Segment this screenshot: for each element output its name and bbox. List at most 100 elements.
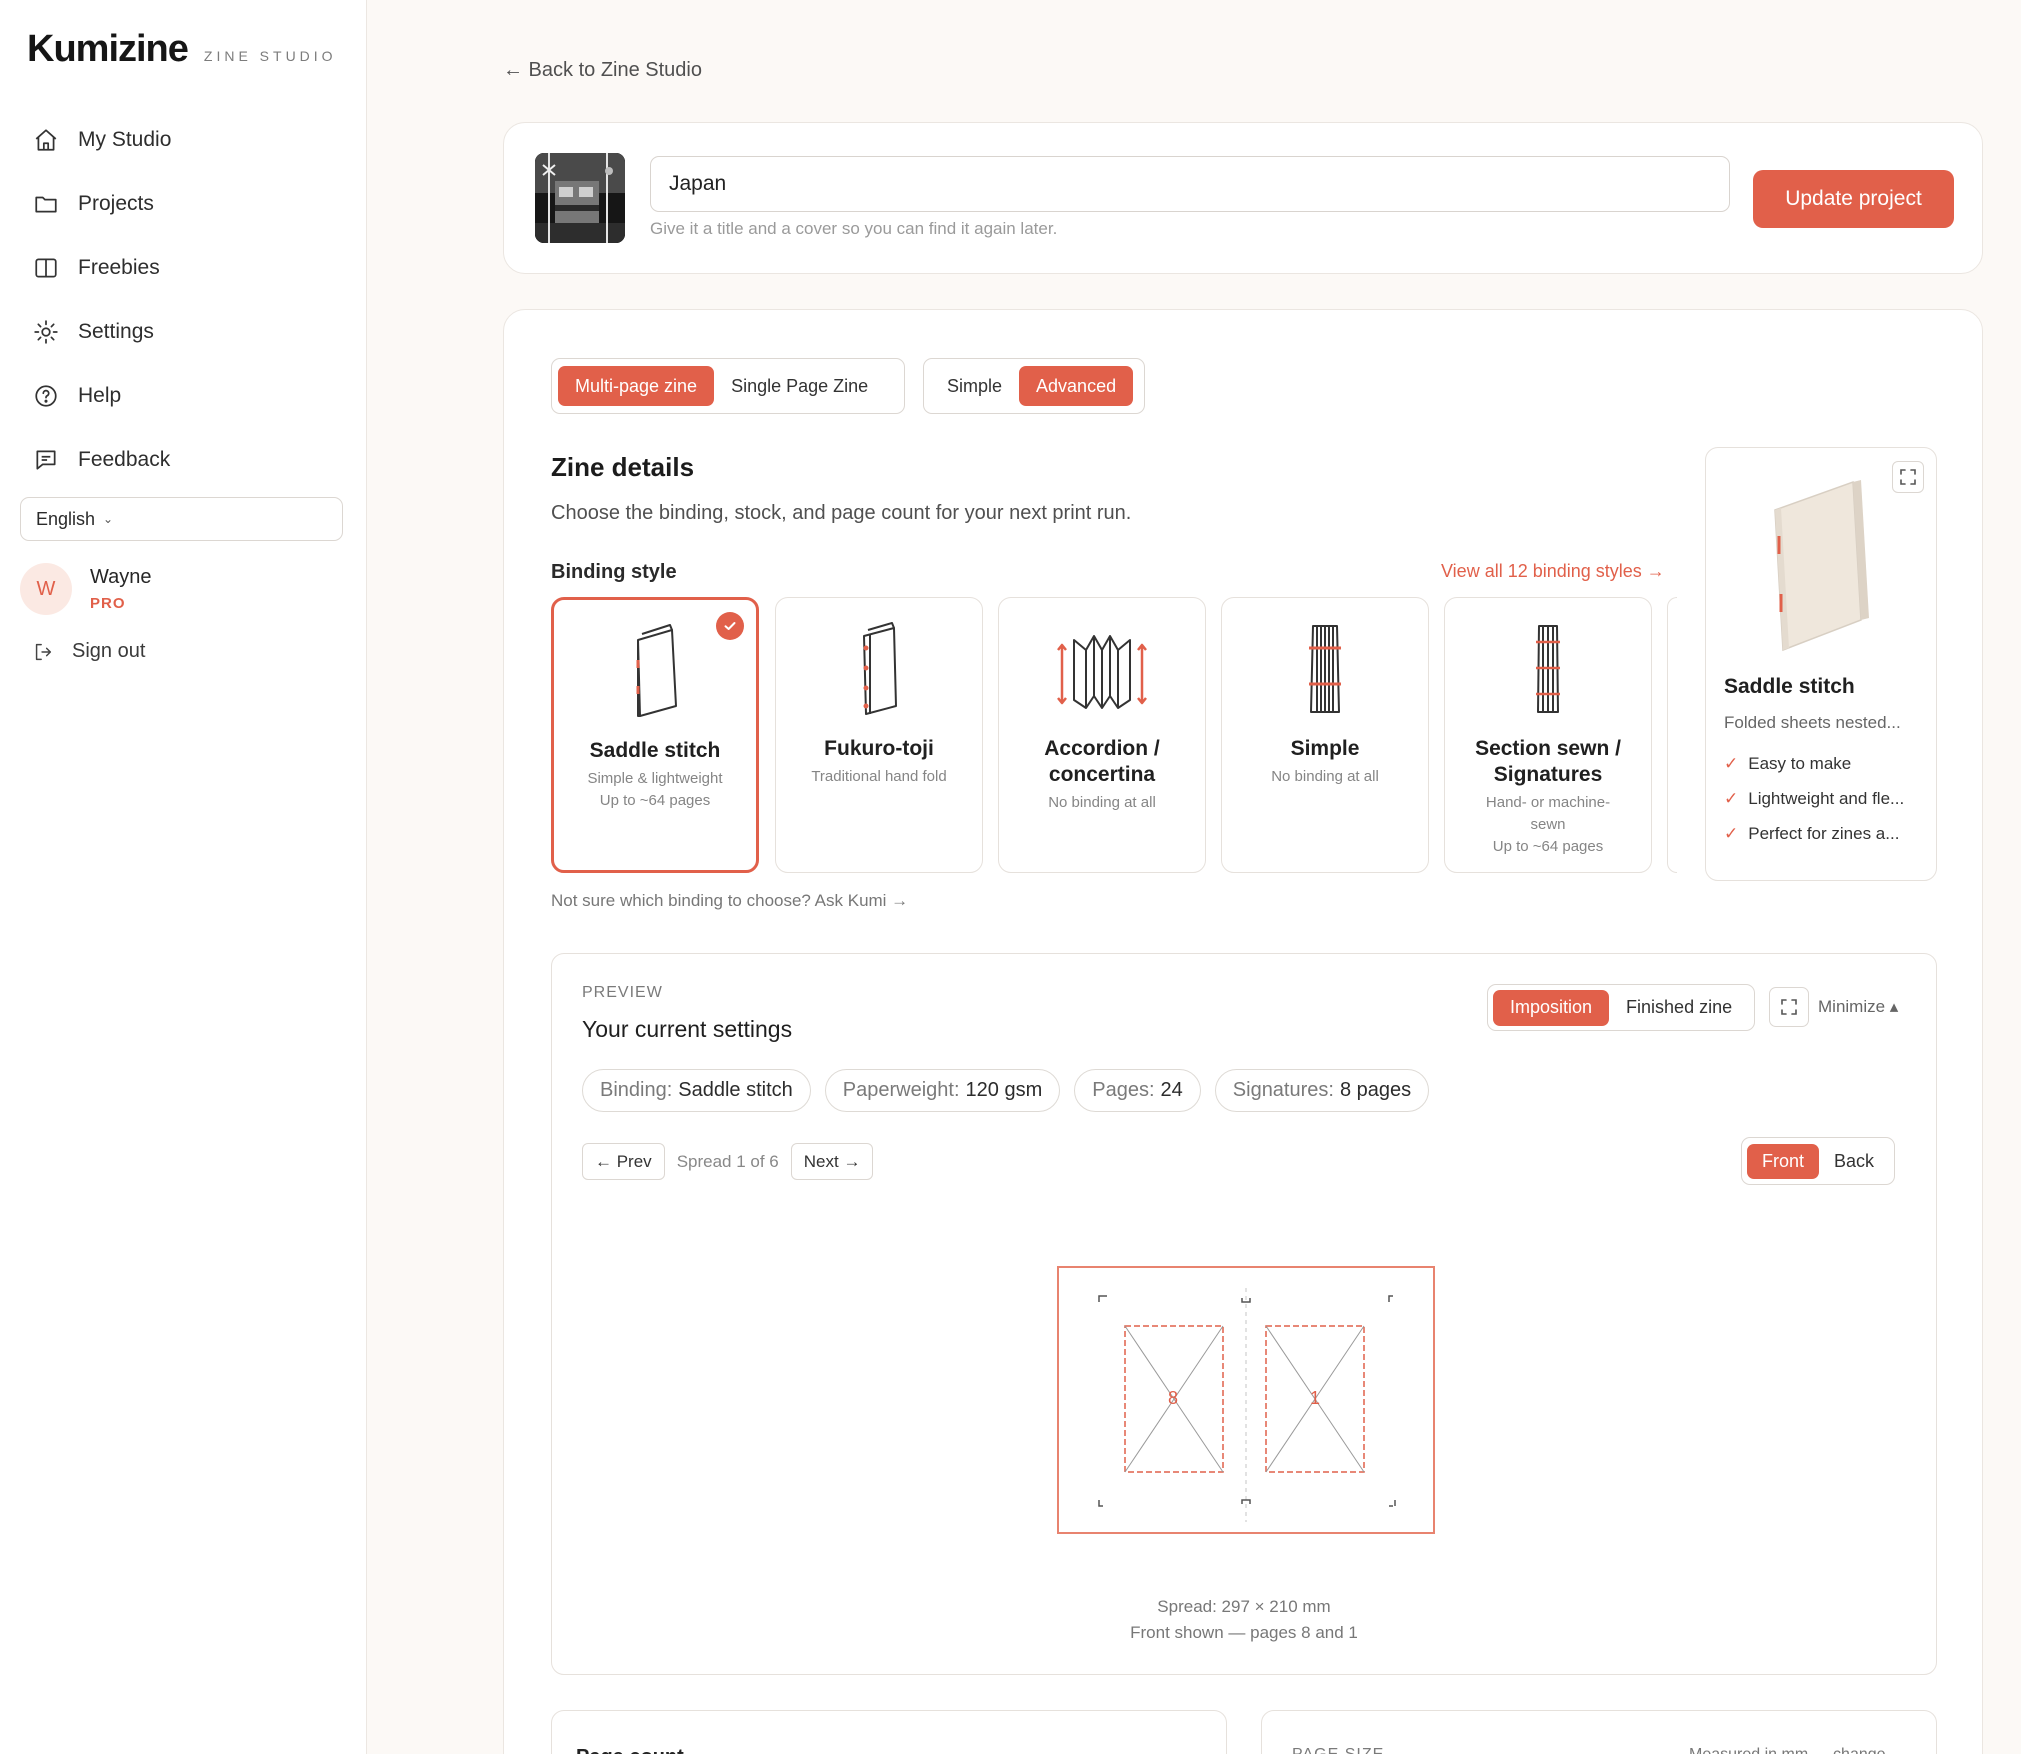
binding-description: No binding at all [1271,768,1379,785]
sidebar-item-label: Projects [78,192,154,215]
binding-name: Accordion / concertina No binding at all [1007,736,1197,814]
expand-icon[interactable] [1892,461,1924,493]
tab-single-page-zine[interactable]: Single Page Zine [714,366,885,406]
settings-chips: Binding: Saddle stitch Paperweight: 120 gs… [582,1069,1443,1112]
binding-style-label: Binding style [551,561,677,583]
folder-icon [32,190,60,218]
page-size-card: PAGE SIZE Measured in mm — change → [1261,1710,1937,1754]
imposition-spread: 8 1 [1057,1266,1435,1534]
tab-advanced[interactable]: Advanced [1019,366,1134,406]
sign-out-button[interactable]: Sign out [32,640,145,663]
page-size-label: PAGE SIZE [1292,1746,1384,1754]
project-cover-image[interactable] [535,153,625,243]
brand-logo: Kumizine [27,28,189,70]
binding-name: Section sewn / Signatures Hand- or machi… [1453,736,1643,858]
saddle-stitch-icon [554,620,756,720]
ask-kumi-link[interactable]: Not sure which binding to choose? Ask Ku… [551,891,908,911]
spread-indicator: Spread 1 of 6 [676,1151,779,1171]
back-to-studio-link[interactable]: ← Back to Zine Studio [503,59,702,82]
brand[interactable]: Kumizine ZINE STUDIO [27,28,337,71]
sidebar-item-label: Feedback [78,448,171,471]
home-icon [32,126,60,154]
user-profile[interactable]: W Wayne PRO [20,563,152,615]
tab-imposition[interactable]: Imposition [1493,989,1610,1026]
sidebar: Kumizine ZINE STUDIO My Studio Projects … [0,0,367,1754]
zine-details-title: Zine details [551,452,695,482]
sidebar-item-label: Help [78,384,122,407]
chevron-down-icon: ⌄ [103,512,114,526]
zine-settings-card: Multi-page zine Single Page Zine Simple … [503,309,1983,1754]
binding-description: No binding at all [1048,794,1156,811]
plan-badge: PRO [90,595,126,612]
preview-panel: PREVIEW Your current settings Imposition… [551,953,1937,1675]
right-page-number: 1 [1310,1388,1321,1408]
project-title-input[interactable] [650,156,1730,212]
tab-simple[interactable]: Simple [930,366,1019,406]
binding-detail-title: Saddle stitch [1724,675,1855,698]
sidebar-item-my-studio[interactable]: My Studio [20,108,342,172]
help-circle-icon [32,382,60,410]
saddle-stitch-illustration [1774,480,1869,652]
check-icon: ✓ [1724,823,1739,843]
binding-name: Simple No binding at all [1230,736,1420,788]
check-icon: ✓ [1724,788,1739,808]
binding-card-overflow[interactable] [1667,597,1677,873]
user-info: Wayne PRO [90,566,152,612]
project-card: Give it a title and a cover so you can f… [503,122,1983,274]
view-all-bindings-link[interactable]: View all 12 binding styles → [1441,561,1665,582]
mode-level-toggle: Simple Advanced [923,358,1145,414]
sidebar-nav: My Studio Projects Freebies Settings Hel… [20,108,342,492]
language-select[interactable]: English ⌄ [20,497,343,541]
fukuro-toji-icon [776,618,982,718]
tab-back[interactable]: Back [1819,1144,1889,1179]
page-count-label: Page count [576,1746,684,1754]
fullscreen-button[interactable] [1769,987,1809,1027]
binding-description: Traditional hand fold [811,768,947,785]
project-title-hint: Give it a title and a cover so you can f… [650,219,1058,238]
left-page-number: 8 [1168,1388,1179,1408]
zine-details-subtitle: Choose the binding, stock, and page coun… [551,502,1132,524]
prev-spread-button[interactable]: ← Prev [582,1143,665,1180]
binding-card-section-sewn[interactable]: Section sewn / Signatures Hand- or machi… [1444,597,1652,873]
sidebar-item-projects[interactable]: Projects [20,172,342,236]
sidebar-item-settings[interactable]: Settings [20,300,342,364]
chip-pages: Pages: 24 [1074,1069,1201,1112]
binding-feature-list: ✓ Easy to make ✓ Lightweight and fle... ✓ P… [1724,746,1904,851]
binding-card-accordion[interactable]: Accordion / concertina No binding at all [998,597,1206,873]
sheet-side-toggle: Front Back [1741,1137,1896,1185]
check-icon: ✓ [1724,753,1739,773]
sidebar-item-feedback[interactable]: Feedback [20,428,342,492]
avatar: W [20,563,72,615]
tab-multi-page-zine[interactable]: Multi-page zine [558,366,715,406]
spread-pager: ← Prev Spread 1 of 6 Next → [582,1143,874,1180]
list-item: ✓ Perfect for zines a... [1724,823,1900,843]
sidebar-item-freebies[interactable]: Freebies [20,236,342,300]
message-icon [32,446,60,474]
binding-description: Hand- or machine- sewn Up to ~64 pages [1485,794,1611,855]
binding-card-simple[interactable]: Simple No binding at all [1221,597,1429,873]
preview-title: Your current settings [582,1016,793,1042]
spread-meta: Spread: 297 × 210 mm Front shown — pages… [552,1594,1936,1646]
sidebar-item-label: Settings [78,320,154,343]
spread-pages: Front shown — pages 8 and 1 [1130,1623,1358,1642]
tab-finished-zine[interactable]: Finished zine [1609,990,1749,1026]
binding-detail-card: Saddle stitch Folded sheets nested... ✓ E… [1705,447,1937,881]
page-size-change-link[interactable]: Measured in mm — change → [1689,1746,1906,1754]
accordion-icon [999,618,1205,718]
next-spread-button[interactable]: Next → [790,1143,874,1180]
binding-description: Simple & lightweight Up to ~64 pages [587,770,723,809]
tab-front[interactable]: Front [1747,1143,1820,1179]
chip-paperweight: Paperweight: 120 gsm [824,1069,1061,1112]
binding-card-saddle-stitch[interactable]: Saddle stitch Simple & lightweight Up to… [551,597,759,873]
fullscreen-icon [1780,998,1798,1016]
sidebar-item-help[interactable]: Help [20,364,342,428]
minimize-button[interactable]: Minimize ▴ [1818,997,1898,1017]
binding-card-fukuro-toji[interactable]: Fukuro-toji Traditional hand fold [775,597,983,873]
binding-detail-description: Folded sheets nested... [1724,713,1901,732]
binding-name: Saddle stitch Simple & lightweight Up to… [562,738,748,812]
sun-gear-icon [32,318,60,346]
chip-signatures: Signatures: 8 pages [1214,1069,1430,1112]
page-count-card: Page count [551,1710,1227,1754]
update-project-button[interactable]: Update project [1753,170,1954,228]
sign-out-icon [32,641,54,663]
